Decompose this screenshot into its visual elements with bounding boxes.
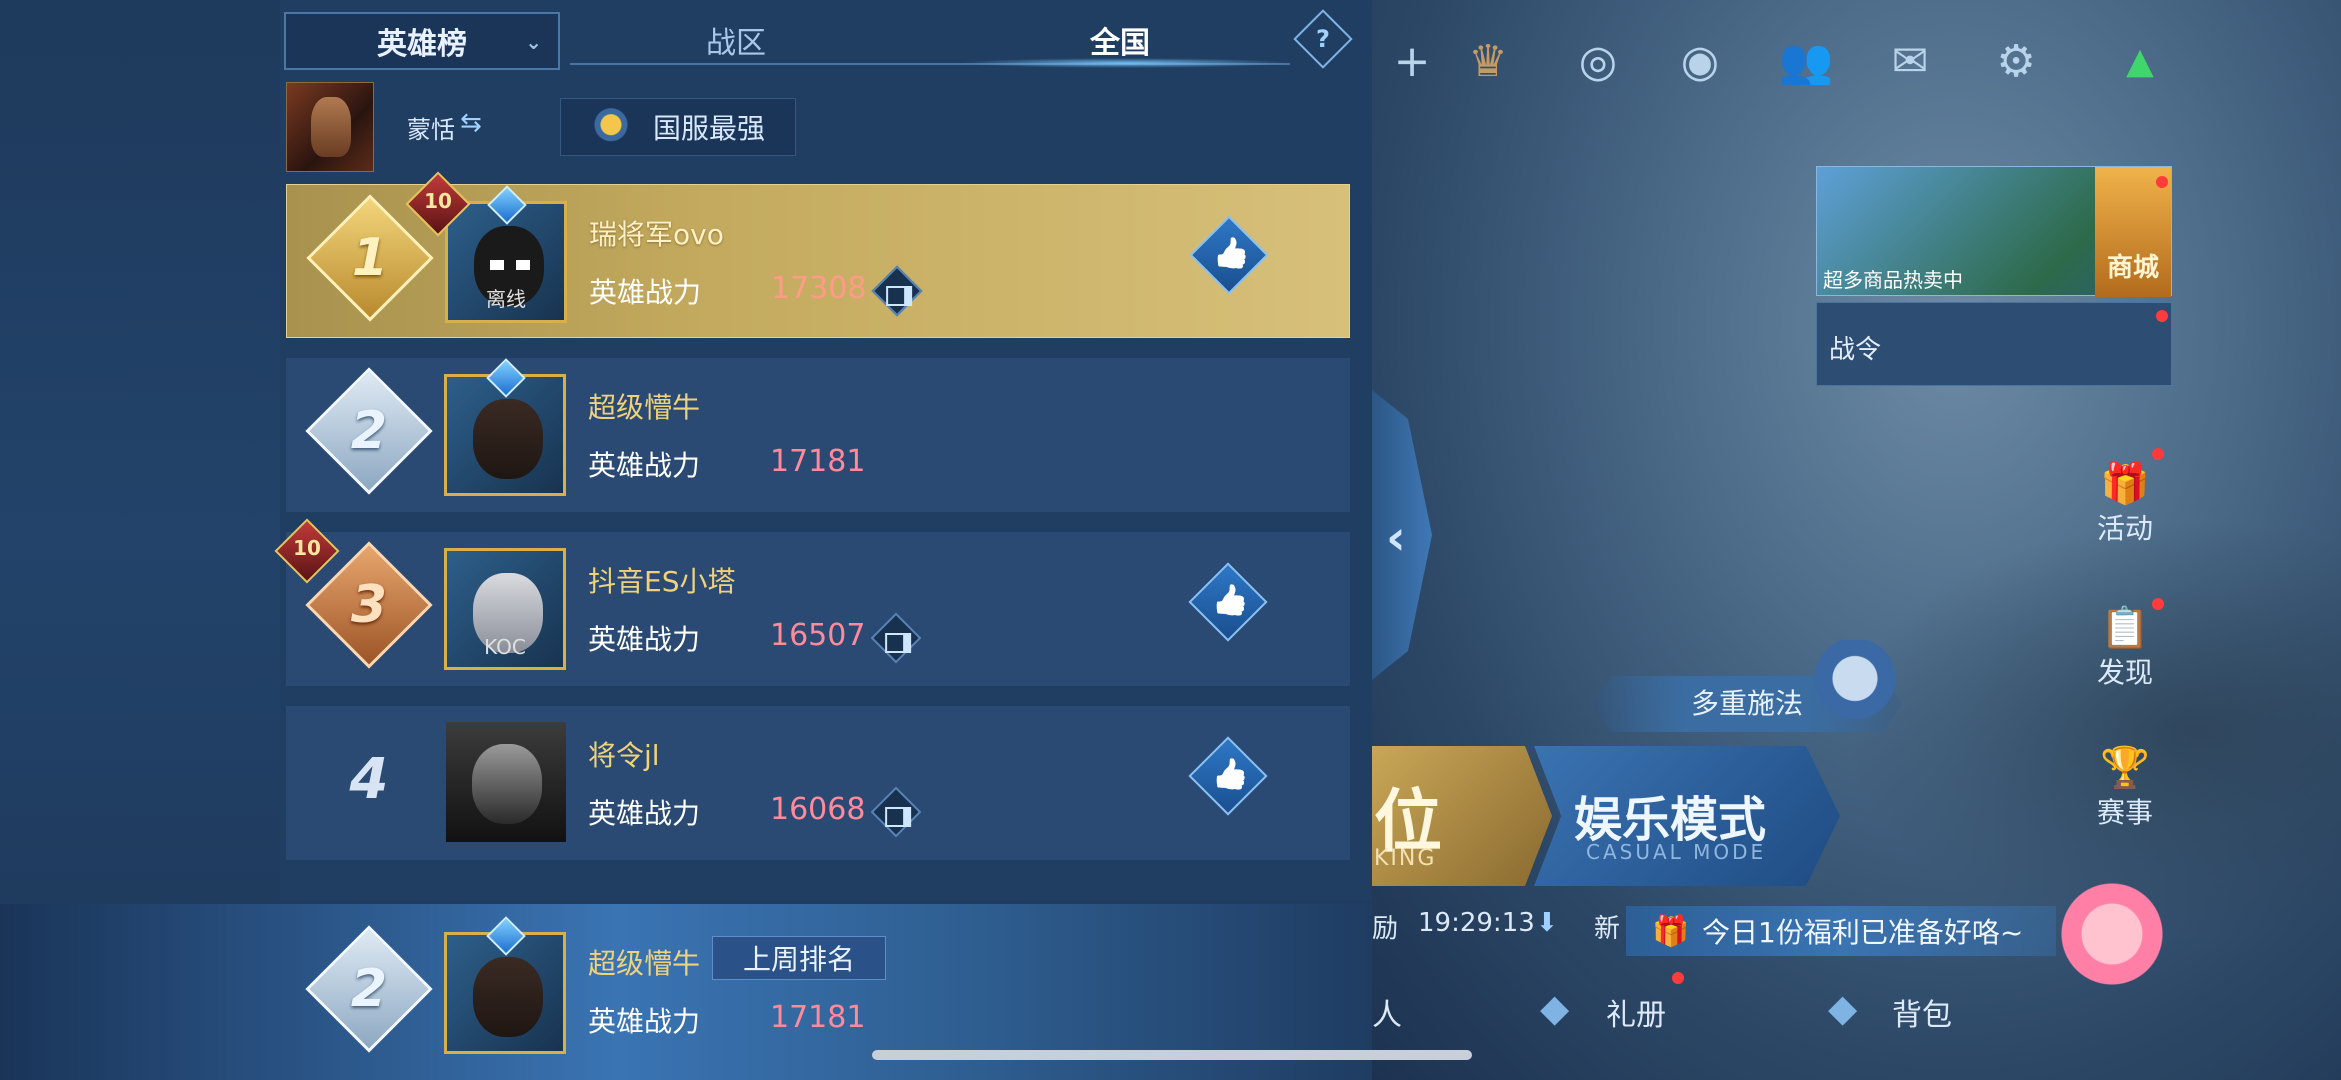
avatar-face (473, 399, 543, 479)
rank-number: 1 (351, 228, 389, 288)
like-button[interactable] (1188, 736, 1268, 816)
player-name: 超级懵牛 (588, 391, 701, 424)
casual-sublabel: CASUAL MODE (1586, 840, 1767, 864)
battle-pass-card[interactable]: 战令 (1816, 302, 2172, 386)
chest-icon: 🎁 (2100, 461, 2150, 507)
bag-icon: ◆ (1828, 986, 1858, 1030)
shop-card[interactable]: 超多商品热卖中 商城 (1816, 166, 2172, 297)
nav-item-partial[interactable]: 人 (1372, 990, 1402, 1034)
power-value: 17181 (770, 1000, 866, 1035)
shop-caption: 超多商品热卖中 (1823, 268, 1963, 292)
power-value: 16507 (770, 618, 866, 653)
ranking-row-3[interactable]: 3 KOC 10 抖音ES小塔 英雄战力 16507 (274, 518, 1350, 686)
side-item-activity[interactable]: 🎁 活动 (2090, 460, 2160, 547)
gift-text: 今日1份福利已准备好咯~ (1702, 916, 2024, 949)
home-indicator[interactable] (872, 1050, 1472, 1060)
trophy-icon: 🏆 (2100, 745, 2150, 791)
rank-number: 4 (349, 746, 389, 812)
crown-shield-icon (586, 104, 636, 150)
gear-icon[interactable]: ⚙ (1988, 34, 2044, 90)
level-number: 10 (293, 536, 321, 560)
download-icon[interactable]: ⬇ (1536, 908, 1558, 938)
target-icon[interactable]: ◎ (1570, 34, 1626, 90)
server-best-label: 国服最强 (653, 112, 766, 145)
ranking-row-2[interactable]: 2 超级懵牛 英雄战力 17181 (286, 358, 1350, 512)
compare-icon[interactable] (870, 612, 922, 664)
ticker-prefix: 励 (1372, 914, 1399, 944)
avatar[interactable] (446, 722, 566, 842)
nav-item-backpack[interactable]: 背包 (1892, 990, 1952, 1034)
rank-number: 3 (350, 575, 388, 635)
like-button[interactable] (1188, 562, 1268, 642)
rank-number: 2 (350, 959, 388, 1019)
ranked-mode-button[interactable]: 位 KING (1372, 746, 1552, 886)
avatar-face (473, 957, 543, 1037)
new-label: 新 (1594, 914, 1621, 944)
avatar[interactable]: KOC (444, 548, 566, 670)
wifi-icon: ▲ (2126, 41, 2154, 82)
character-avatar[interactable] (2052, 880, 2172, 1000)
mail-icon[interactable]: ✉ (1882, 34, 1938, 90)
hero-name: 蒙恬 (407, 116, 455, 144)
player-name: 将令jl (588, 739, 660, 772)
rank-number: 2 (350, 401, 388, 461)
ranking-row-4[interactable]: 4 将令jl 英雄战力 16068 (286, 706, 1350, 860)
status-offline: 离线 (486, 287, 526, 311)
chevron-left-icon[interactable]: ‹ (1386, 510, 1406, 566)
level-number: 10 (424, 189, 452, 213)
book-icon: ◆ (1540, 986, 1570, 1030)
side-item-tournament[interactable]: 🏆 赛事 (2090, 744, 2160, 831)
leaderboard-type-dropdown[interactable]: 英雄榜 ⌄ (284, 12, 560, 70)
power-label: 英雄战力 (588, 623, 701, 656)
gift-banner[interactable]: 今日1份福利已准备好咯~ (1626, 906, 2056, 956)
compare-icon[interactable] (870, 786, 922, 838)
power-value: 17308 (771, 271, 867, 306)
last-week-rank-tag: 上周排名 (712, 936, 886, 980)
power-label: 英雄战力 (589, 276, 702, 309)
swap-hero-icon[interactable]: ⇆ (460, 108, 482, 138)
like-button[interactable] (1189, 215, 1269, 295)
status-tag: KOC (484, 635, 526, 659)
power-label: 英雄战力 (588, 449, 701, 482)
compare-icon[interactable] (871, 265, 923, 317)
ticker-time: 19:29:13 (1418, 908, 1535, 938)
player-name: 超级懵牛 (588, 947, 701, 980)
avatar-face (472, 744, 542, 824)
friends-icon[interactable]: 👥 (1778, 34, 1834, 90)
eye-icon[interactable]: ◉ (1672, 34, 1728, 90)
battle-pass-label: 战令 (1829, 335, 1882, 365)
chevron-down-icon: ⌄ (525, 30, 542, 54)
nav-item-gift-book[interactable]: 礼册 (1606, 990, 1666, 1034)
plus-icon[interactable]: + (1384, 34, 1440, 90)
side-item-discover[interactable]: 📋 发现 (2090, 604, 2160, 691)
tab-region[interactable]: 战区 (706, 18, 766, 62)
tab-national[interactable]: 全国 (1090, 18, 1150, 62)
gift-icon: 🎁 (1652, 914, 1690, 949)
ranked-sublabel: KING (1374, 846, 1437, 871)
player-name: 瑞将军ovo (589, 218, 724, 251)
power-label: 英雄战力 (588, 797, 701, 830)
power-value: 17181 (770, 444, 866, 479)
mascot-character (1810, 640, 1900, 750)
ranking-row-1[interactable]: 1 离线 10 瑞将军ovo 英雄战力 17308 (286, 171, 1350, 338)
power-label: 英雄战力 (588, 1005, 701, 1038)
tab-active-indicator (960, 58, 1290, 68)
power-value: 16068 (770, 792, 866, 827)
rank-emblem-icon[interactable]: ♛ (1460, 34, 1516, 90)
dropdown-label: 英雄榜 (377, 27, 467, 62)
calendar-icon: 📋 (2100, 605, 2150, 651)
player-name: 抖音ES小塔 (588, 565, 736, 598)
hero-portrait[interactable] (286, 82, 374, 172)
